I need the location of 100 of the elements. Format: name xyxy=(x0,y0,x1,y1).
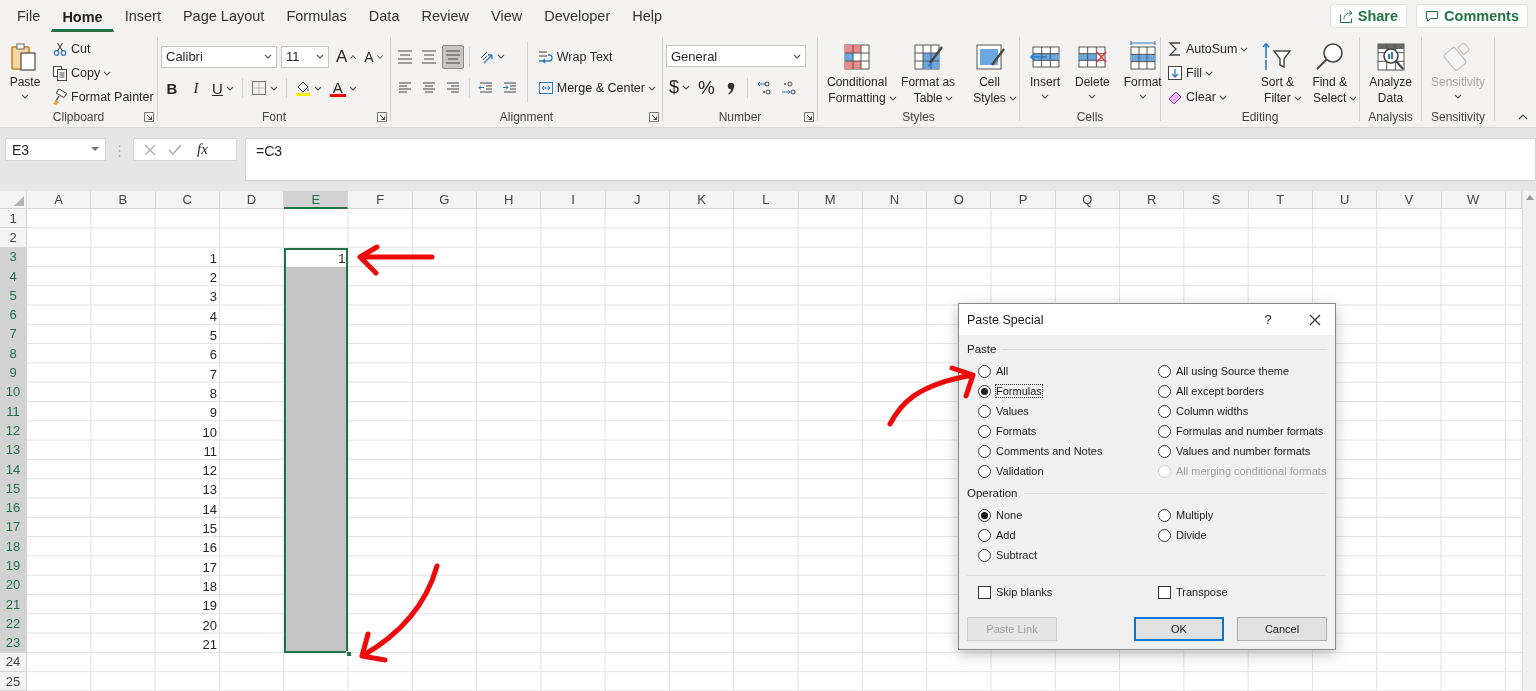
spreadsheet-cell[interactable]: 21 xyxy=(155,633,220,653)
row-header[interactable]: 12 xyxy=(0,421,27,441)
column-header[interactable]: I xyxy=(541,191,606,209)
radio-button[interactable] xyxy=(978,424,991,438)
conditional-button[interactable]: Conditional Formatting xyxy=(821,37,894,110)
share-button[interactable]: Share xyxy=(1329,4,1408,28)
spreadsheet-cell[interactable]: 9 xyxy=(155,401,220,422)
column-header[interactable]: Q xyxy=(1055,191,1121,209)
font-name-dropdown[interactable]: Calibri xyxy=(161,45,277,68)
spreadsheet-cell[interactable]: 5 xyxy=(155,324,220,345)
column-header[interactable]: B xyxy=(91,191,156,209)
grow-font-button[interactable]: A xyxy=(333,44,360,69)
row-header[interactable]: 1 xyxy=(0,209,27,229)
row-header[interactable]: 8 xyxy=(0,344,27,364)
radio-button[interactable] xyxy=(978,528,991,542)
column-header[interactable]: T xyxy=(1248,191,1313,209)
name-box[interactable]: E3 xyxy=(5,138,106,161)
radio-button[interactable] xyxy=(978,444,991,458)
launcher-icon[interactable] xyxy=(804,112,814,122)
column-header[interactable]: J xyxy=(605,191,670,209)
spreadsheet-cell[interactable]: 1 xyxy=(155,247,220,267)
radio-button[interactable] xyxy=(978,364,991,378)
row-header[interactable]: 18 xyxy=(0,537,27,557)
column-header[interactable]: S xyxy=(1184,191,1249,209)
merge-button[interactable]: Merge & Center xyxy=(534,76,659,101)
radio-button[interactable] xyxy=(978,464,991,478)
checkbox[interactable] xyxy=(978,585,991,599)
row-header[interactable]: 5 xyxy=(0,286,27,306)
row-header[interactable]: 25 xyxy=(0,672,27,691)
radio-button[interactable] xyxy=(1158,508,1171,522)
column-header[interactable]: C xyxy=(155,191,220,209)
column-header[interactable]: U xyxy=(1312,191,1378,209)
column-header[interactable]: A xyxy=(27,191,92,209)
row-header[interactable]: 6 xyxy=(0,305,27,325)
spreadsheet-cell[interactable]: 15 xyxy=(155,517,220,538)
radio-button[interactable] xyxy=(1158,424,1171,438)
column-header[interactable]: K xyxy=(669,191,735,209)
row-header[interactable]: 16 xyxy=(0,498,27,518)
spreadsheet-cell[interactable]: 18 xyxy=(155,575,220,595)
radio-button[interactable] xyxy=(978,548,991,562)
radio-button[interactable] xyxy=(1158,404,1171,418)
number-format-dropdown[interactable]: General xyxy=(666,45,806,68)
spreadsheet-cell[interactable]: 4 xyxy=(155,305,220,325)
spreadsheet-cell[interactable]: 12 xyxy=(155,459,220,480)
insert-button[interactable]: Insert xyxy=(1023,37,1067,110)
spreadsheet-cell[interactable]: 7 xyxy=(155,363,220,383)
spreadsheet-cell[interactable]: 14 xyxy=(155,498,220,518)
menu-tab[interactable]: Page Layout xyxy=(171,0,276,32)
row-header[interactable]: 15 xyxy=(0,479,27,499)
column-header[interactable]: V xyxy=(1377,191,1442,209)
percent-button[interactable]: % xyxy=(695,75,718,100)
currency-button[interactable]: $ xyxy=(666,75,693,100)
font-size-dropdown[interactable]: 11 xyxy=(281,45,329,68)
column-header[interactable]: O xyxy=(927,191,992,209)
column-header[interactable]: N xyxy=(862,191,928,209)
spreadsheet-cell[interactable]: 2 xyxy=(155,266,220,287)
menu-tab[interactable]: Insert xyxy=(113,0,172,32)
column-header[interactable]: P xyxy=(991,191,1056,209)
column-header[interactable]: F xyxy=(348,191,413,209)
checkbox[interactable] xyxy=(1158,585,1171,599)
row-header[interactable]: 2 xyxy=(0,228,27,248)
radio-button[interactable] xyxy=(978,404,991,418)
bold-button[interactable]: B xyxy=(161,76,183,101)
spreadsheet-cell[interactable]: 13 xyxy=(155,479,220,499)
selected-cell[interactable]: 1 xyxy=(284,247,349,267)
column-header[interactable]: R xyxy=(1120,191,1185,209)
spreadsheet-cell[interactable]: 20 xyxy=(155,614,220,634)
radio-button[interactable] xyxy=(978,508,991,522)
column-header[interactable]: M xyxy=(798,191,863,209)
spreadsheet-cell[interactable]: 17 xyxy=(155,556,220,576)
sort-button[interactable]: Sort & Filter xyxy=(1253,37,1302,110)
spreadsheet-cell[interactable]: 11 xyxy=(155,440,220,460)
spreadsheet-cell[interactable]: 10 xyxy=(155,421,220,441)
formula-field[interactable]: =C3 xyxy=(245,138,1536,181)
find-button[interactable]: Find & Select xyxy=(1303,37,1356,110)
menu-tab[interactable]: Formulas xyxy=(275,0,358,32)
selected-cell[interactable] xyxy=(284,266,349,287)
collapse-ribbon-icon[interactable] xyxy=(1518,114,1528,120)
column-header[interactable]: D xyxy=(219,191,285,209)
launcher-icon[interactable] xyxy=(377,112,387,122)
insert-function-button[interactable]: fx xyxy=(192,140,213,159)
column-header[interactable]: H xyxy=(477,191,542,209)
spreadsheet-cell[interactable]: 19 xyxy=(155,594,220,615)
dialog-button[interactable]: OK xyxy=(1134,617,1224,641)
radio-button[interactable] xyxy=(1158,444,1171,458)
help-button[interactable]: ? xyxy=(1253,311,1283,328)
cut-button[interactable]: Cut xyxy=(49,37,94,61)
radio-button[interactable] xyxy=(1158,384,1171,398)
spreadsheet-cell[interactable]: 8 xyxy=(155,382,220,402)
vertical-scrollbar[interactable] xyxy=(1522,191,1536,691)
menu-tab[interactable]: File xyxy=(6,0,52,32)
shrink-font-button[interactable]: A xyxy=(361,44,386,69)
spreadsheet-cell[interactable]: 16 xyxy=(155,537,220,557)
radio-button[interactable] xyxy=(978,384,991,398)
italic-button[interactable]: I xyxy=(185,76,207,101)
menu-tab[interactable]: Developer xyxy=(533,0,622,32)
launcher-icon[interactable] xyxy=(144,112,154,122)
analyze-button[interactable]: Analyze Data xyxy=(1363,37,1418,110)
row-header[interactable]: 9 xyxy=(0,363,27,383)
delete-button[interactable]: Delete xyxy=(1069,37,1116,110)
